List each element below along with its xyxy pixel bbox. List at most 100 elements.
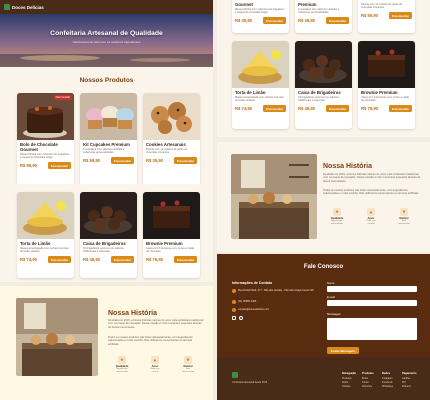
footer-copyright: Confeitaria artesanal desde 2015 [232, 381, 268, 384]
page-top-right: Gourmet Massa fofinha com cobertura de b… [217, 0, 430, 137]
logo-icon [4, 4, 10, 10]
product-description: Massa fofinha com cobertura de brigadeir… [235, 8, 285, 15]
footer-col-title: Redes [382, 372, 391, 375]
product-description: Caixa com 6 brownies com nozes e calda d… [361, 96, 409, 103]
product-card: Caixa de Brigadeiros 15 brigadeiros gour… [295, 41, 352, 129]
order-button[interactable]: Encomendar [48, 256, 71, 264]
footer-link[interactable]: Produtos [342, 377, 352, 380]
footer-link[interactable]: Instagram [382, 377, 393, 380]
order-button[interactable]: Encomendar [111, 157, 134, 165]
order-button[interactable]: Encomendar [263, 17, 286, 25]
social-icons [232, 316, 243, 320]
order-button[interactable]: Encomendar [174, 256, 197, 264]
order-button[interactable]: Encomendar [326, 17, 349, 25]
product-image [143, 192, 200, 239]
product-description: Massa amanteigada com recheio cremoso de… [20, 247, 69, 254]
feature-quality: ★ Qualidade Ingredientes selecionados [114, 356, 130, 373]
brigadeiros-image [295, 41, 352, 88]
order-button[interactable]: Encomendar [326, 105, 349, 113]
message-field[interactable] [327, 318, 417, 340]
product-card: Torta de Limão Massa amanteigada com rec… [232, 41, 289, 129]
footer-link[interactable]: Dinheiro [402, 385, 411, 388]
product-name: Caixa de Brigadeiros [83, 241, 126, 246]
product-name: Bolo de Chocolate Gourmet [20, 142, 58, 152]
product-image [358, 41, 415, 88]
page-left-middle: Torta de Limão Massa amanteigada com rec… [0, 184, 213, 282]
brownie-image [143, 192, 200, 239]
lemon-tart-image [17, 192, 74, 239]
page-right-story: Nossa História Fundada em 2015, a Doces … [217, 142, 430, 252]
product-name: Torta de Limão [235, 90, 266, 95]
hero-subtitle: Deliciosamente feito com os melhores ing… [72, 40, 141, 44]
star-icon: ★ [118, 356, 126, 364]
footer-col-title: Pagamento [402, 372, 417, 375]
cupcakes-image [80, 93, 137, 140]
order-button[interactable]: Encomendar [389, 12, 412, 20]
contact-email: contato@docesdelicias.com [232, 308, 269, 313]
product-name: Kit Cupcakes Premium [83, 142, 130, 147]
product-card: Brownie Premium Caixa com 6 brownies com… [358, 41, 415, 129]
feature-desc: Sem conservantes [181, 368, 195, 373]
product-name: Brownie Premium [361, 90, 398, 95]
product-name: Brownie Premium [146, 241, 183, 246]
product-image [80, 192, 137, 239]
footer-link[interactable]: Cartões [402, 377, 410, 380]
feature-natural: ❦ Natural Sem conservantes [180, 356, 196, 373]
product-image [295, 41, 352, 88]
story-paragraph-2: Todos os nossos produtos são feitos arte… [108, 336, 193, 346]
footer-link[interactable]: PIX [402, 381, 406, 384]
products-title: Nossos Produtos [79, 77, 134, 84]
feature-quality: ★ Qualidade Ingredientes selecionados [329, 208, 345, 225]
product-description: Caixa com 6 brownies com nozes e calda d… [146, 247, 194, 254]
product-price: R$ 59,90 [83, 158, 100, 164]
heart-icon: ♥ [151, 356, 159, 364]
name-field[interactable] [327, 286, 417, 292]
footer-link[interactable]: WhatsApp [382, 385, 393, 388]
leaf-icon: ❦ [184, 356, 192, 364]
product-image: Mais Vendido [17, 93, 74, 140]
footer-link[interactable]: Bolos [362, 377, 368, 380]
footer-link[interactable]: Facebook [382, 381, 393, 384]
footer-link[interactable]: Sobre [342, 381, 348, 384]
brownie-image [358, 41, 415, 88]
send-message-button[interactable]: Enviar Mensagem [327, 347, 359, 354]
location-icon [232, 289, 236, 294]
order-button[interactable]: Encomendar [111, 256, 134, 264]
brand-name[interactable]: Doces Delícias [12, 5, 44, 10]
product-price: R$ 49,90 [298, 106, 315, 112]
bakery-interior-image [231, 154, 317, 239]
facebook-icon[interactable] [239, 316, 243, 320]
order-button[interactable]: Encomendar [263, 105, 286, 113]
product-card: Kit Cupcakes Premium 6 cupcakes com sabo… [80, 93, 137, 186]
instagram-icon[interactable] [232, 316, 236, 320]
email-field[interactable] [327, 300, 417, 306]
feature-desc: Feito com carinho [366, 220, 376, 225]
footer-link[interactable]: Docinhos [362, 385, 372, 388]
product-card: Caixa de Brigadeiros 15 brigadeiros gour… [80, 192, 137, 278]
contact-phone: (11) 99955-4466 [232, 300, 256, 305]
order-button[interactable]: Encomendar [389, 105, 412, 113]
product-card: Mais Vendido Bolo de Chocolate Gourmet M… [17, 93, 74, 186]
footer-col-title: Navegação [342, 372, 357, 375]
product-card: Torta de Limão Massa amanteigada com rec… [17, 192, 74, 278]
contact-address: Rua Rudolf Wolf, 477 - Pão Alto (Goiás) … [232, 289, 317, 294]
hero-title: Confeitaria Artesanal de Qualidade [50, 30, 163, 37]
lemon-tart-image [232, 41, 289, 88]
chocolate-cake-image [17, 93, 74, 140]
product-image [232, 41, 289, 88]
order-button[interactable]: Encomendar [48, 162, 71, 170]
footer-link[interactable]: Contato [342, 385, 350, 388]
footer-logo-icon [232, 372, 238, 378]
contact-title: Fale Conosco [303, 264, 344, 270]
product-name: Caixa de Brigadeiros [298, 90, 341, 95]
top-bar: Doces Delícias [0, 0, 213, 14]
feature-natural: ❦ Natural Sem conservantes [396, 208, 412, 225]
product-description: 15 brigadeiros gourmet em sabores tradic… [298, 96, 339, 103]
product-price: R$ 35,90 [146, 158, 163, 164]
product-name: Torta de Limão [20, 241, 51, 246]
product-image [143, 93, 200, 140]
hero-banner: Confeitaria Artesanal de Qualidade Delic… [0, 14, 213, 67]
footer-link[interactable]: Tortas [362, 381, 369, 384]
order-button[interactable]: Encomendar [174, 157, 197, 165]
product-description: Massa fofinha com cobertura de brigadeir… [20, 153, 70, 160]
